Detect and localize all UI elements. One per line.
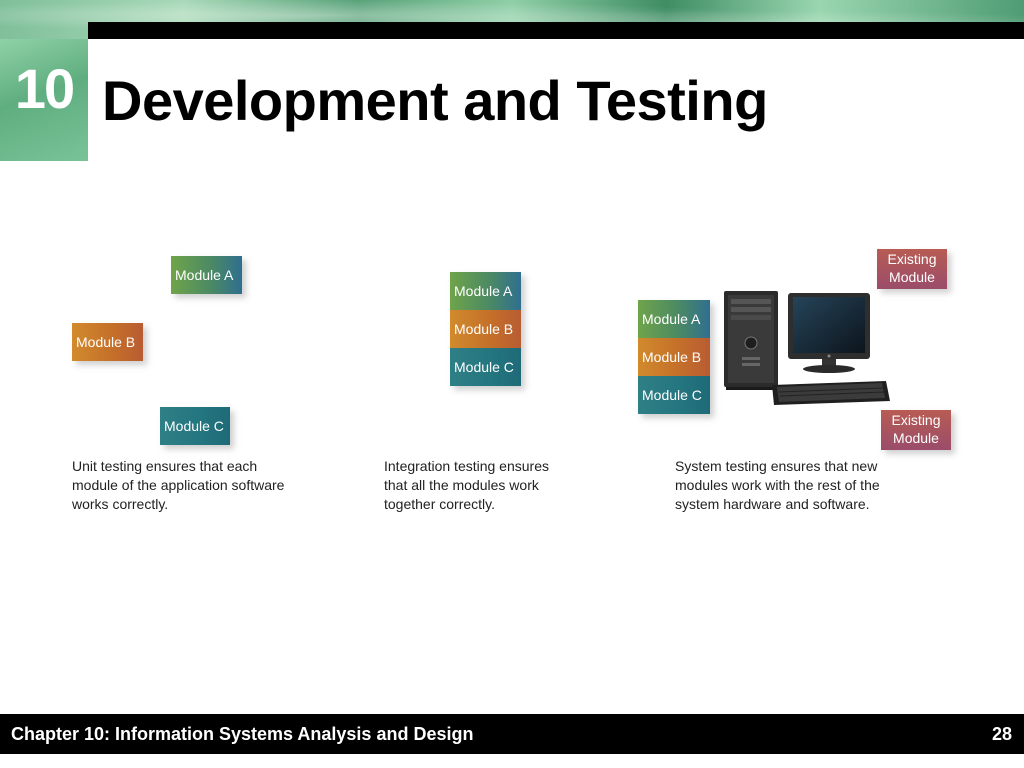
caption-line: system hardware and software. — [675, 496, 870, 512]
keyboard-icon — [772, 381, 890, 405]
unit-testing-caption: Unit testing ensures that each module of… — [72, 457, 322, 514]
integration-module-b: Module B — [450, 310, 521, 348]
existing-module-label: Existing — [891, 412, 941, 428]
caption-line: that all the modules work — [384, 477, 539, 493]
caption-line: Integration testing ensures — [384, 458, 549, 474]
system-module-c: Module C — [638, 376, 710, 414]
integration-module-a: Module A — [450, 272, 521, 310]
existing-module-bottom: Existing Module — [881, 410, 951, 450]
unit-module-a: Module A — [171, 256, 242, 294]
footer-chapter-title: Chapter 10: Information Systems Analysis… — [11, 724, 474, 744]
caption-line: works correctly. — [72, 496, 169, 512]
system-testing-caption: System testing ensures that new modules … — [675, 457, 925, 514]
caption-line: System testing ensures that new — [675, 458, 878, 474]
slide-title: Development and Testing — [102, 69, 768, 132]
header-rule — [88, 22, 1024, 39]
existing-module-label: Module — [889, 269, 935, 285]
chapter-number: 10 — [14, 57, 75, 120]
tower-icon — [724, 291, 778, 390]
slide-number: 28 — [991, 724, 1012, 744]
system-module-stack: Module A Module B Module C — [638, 300, 710, 414]
unit-module-b: Module B — [72, 323, 143, 361]
unit-module-c: Module C — [160, 407, 230, 445]
integration-module-stack: Module A Module B Module C — [450, 272, 521, 386]
caption-line: together correctly. — [384, 496, 496, 512]
integration-testing-caption: Integration testing ensures that all the… — [384, 457, 634, 514]
caption-line: Unit testing ensures that each — [72, 458, 258, 474]
footer-bar: Chapter 10: Information Systems Analysis… — [0, 714, 1024, 754]
monitor-icon — [788, 293, 870, 373]
system-module-b: Module B — [638, 338, 710, 376]
integration-module-c: Module C — [450, 348, 521, 386]
existing-module-label: Existing — [887, 251, 937, 267]
existing-module-label: Module — [893, 430, 939, 446]
existing-module-top: Existing Module — [877, 249, 947, 289]
system-module-a: Module A — [638, 300, 710, 338]
caption-line: module of the application software — [72, 477, 285, 493]
chapter-badge: 10 — [0, 39, 88, 161]
computer-illustration — [724, 291, 890, 405]
caption-line: modules work with the rest of the — [675, 477, 880, 493]
